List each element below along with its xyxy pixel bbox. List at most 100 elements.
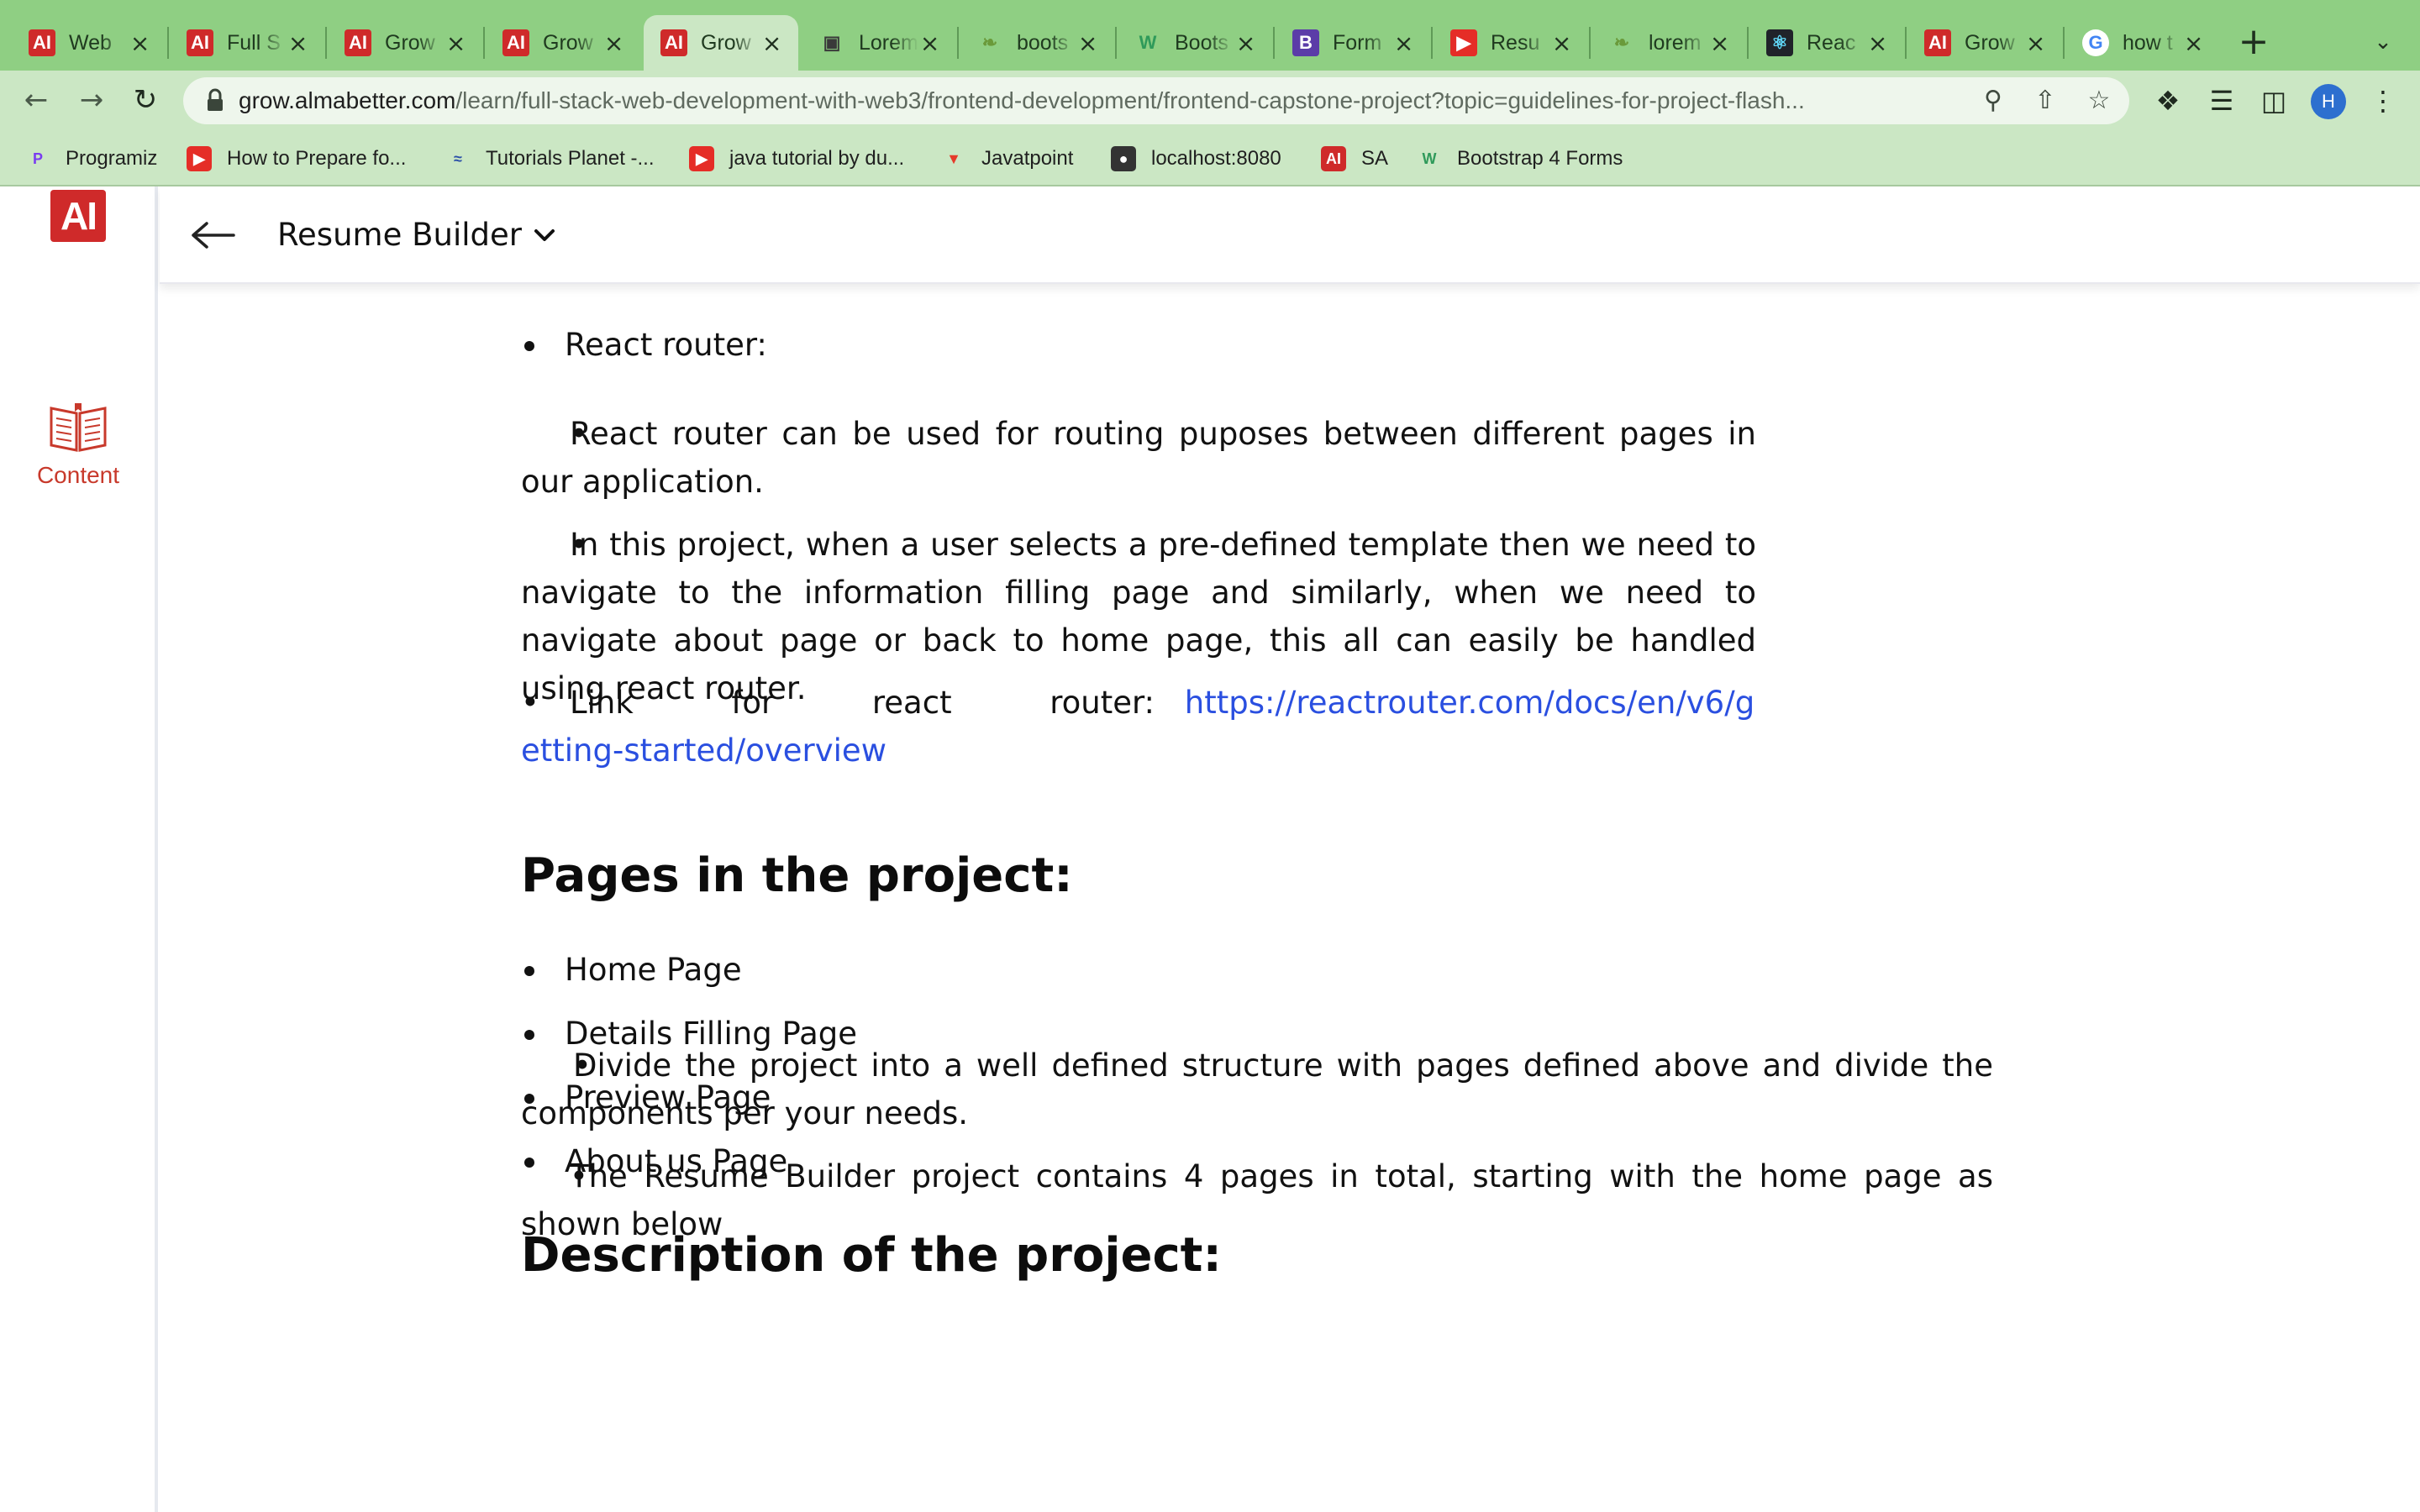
tab-separator <box>1747 27 1749 59</box>
tab-title: Grow <box>543 30 593 55</box>
bookmark-label: java tutorial by du... <box>729 147 905 170</box>
paragraph: • Divide the project into a well defined … <box>521 1042 1993 1137</box>
w3-icon: W <box>1139 32 1157 53</box>
tab-title: Form <box>1333 30 1382 55</box>
tab-search-chevron-icon[interactable]: ⌄ <box>2365 18 2402 66</box>
url-text[interactable]: grow.almabetter.com/learn/full-stack-web… <box>239 77 2003 124</box>
paragraph-text: React router can be used for routing pup… <box>521 416 1756 500</box>
tab-title: Reac <box>1807 30 1856 55</box>
bullet-icon: • <box>521 685 539 721</box>
react-icon: ⚛ <box>1766 29 1793 56</box>
bullet-icon: • <box>570 416 588 452</box>
tab-title: boots <box>1017 30 1069 55</box>
url-path: /learn/full-stack-web-development-with-w… <box>455 87 1805 113</box>
bootstrap-icon: ❧ <box>981 32 998 53</box>
close-tab-icon[interactable]: × <box>1550 29 1573 57</box>
browser-toolbar: ← → ↻ grow.almabetter.com/learn/full-sta… <box>0 71 2420 131</box>
side-panel-icon[interactable]: ◫ <box>2254 81 2294 121</box>
close-tab-icon[interactable]: × <box>1392 29 1415 57</box>
paragraph: • React router can be used for routing pu… <box>521 410 1756 506</box>
bookmark-item[interactable]: ● localhost:8080 <box>1111 143 1281 175</box>
close-tab-icon[interactable]: × <box>1076 29 1099 57</box>
zoom-icon[interactable]: ⚲ <box>1976 84 2010 118</box>
youtube-icon: ▶ <box>1450 29 1477 56</box>
browser-tab[interactable]: AI Grow × <box>1907 15 2062 71</box>
close-tab-icon[interactable]: × <box>1708 29 1731 57</box>
close-tab-icon[interactable]: × <box>760 29 783 57</box>
back-nav-icon[interactable]: ← <box>15 79 57 121</box>
browser-tab-strip: AI Web × AI Full S × AI Grow × AI Grow × AI Grow × ▣ Lor… <box>0 0 2420 71</box>
forward-nav-icon[interactable]: → <box>71 79 113 121</box>
tab-title: Grow <box>385 30 435 55</box>
media-control-icon[interactable]: ☰ <box>2202 81 2242 121</box>
tab-separator <box>483 27 485 59</box>
bullet-icon: • <box>570 1158 588 1194</box>
profile-avatar[interactable]: H <box>2311 84 2346 119</box>
close-tab-icon[interactable]: × <box>1866 29 1889 57</box>
bookmark-star-icon[interactable]: ☆ <box>2082 84 2116 118</box>
sidebar-item-content[interactable]: Content <box>25 400 131 489</box>
course-title[interactable]: Resume Builder <box>277 186 522 284</box>
almabetter-logo[interactable]: AI <box>50 190 106 242</box>
tab-separator <box>1273 27 1275 59</box>
close-tab-icon[interactable]: × <box>918 29 941 57</box>
section-heading: Pages in the project: <box>521 848 1073 903</box>
browser-tab[interactable]: AI Full S × <box>170 15 324 71</box>
tab-title: Web <box>69 30 112 55</box>
browser-tab[interactable]: B Form × <box>1276 15 1430 71</box>
close-tab-icon[interactable]: × <box>129 29 151 57</box>
browser-tab[interactable]: ❧ lorem × <box>1591 15 1746 71</box>
browser-tab[interactable]: AI Grow × <box>486 15 640 71</box>
close-tab-icon[interactable]: × <box>287 29 309 57</box>
close-tab-icon[interactable]: × <box>445 29 467 57</box>
browser-tab[interactable]: ⚛ Reac × <box>1749 15 1904 71</box>
browser-tab[interactable]: AI Web × <box>12 15 166 71</box>
bookmark-item[interactable]: P Programiz <box>25 143 157 175</box>
paragraph: • The Resume Builder project contains 4 p… <box>521 1152 1993 1248</box>
browser-tab[interactable]: AI Grow × <box>328 15 482 71</box>
almabetter-icon: AI <box>1321 146 1346 171</box>
bookmark-item[interactable]: ≈ Tutorials Planet -... <box>445 143 655 175</box>
bookmark-item[interactable]: AI SA <box>1321 143 1388 175</box>
chevron-down-icon[interactable] <box>529 220 560 250</box>
close-tab-icon[interactable]: × <box>1234 29 1257 57</box>
bookmark-item[interactable]: ▶ java tutorial by du... <box>689 143 904 175</box>
tab-separator <box>167 27 169 59</box>
tab-title: Resu <box>1491 30 1540 55</box>
bookmark-label: localhost:8080 <box>1151 147 1281 170</box>
lesson-content-continued: • Divide the project into a well defined … <box>521 1042 1993 1512</box>
browser-tab[interactable]: ▣ Lorem × <box>802 15 956 71</box>
browser-tab[interactable]: ▶ Resu × <box>1434 15 1588 71</box>
browser-tab[interactable]: Ghow t × <box>2065 15 2220 71</box>
browser-tab[interactable]: ❧ boots × <box>960 15 1114 71</box>
share-icon[interactable]: ⇧ <box>2028 84 2062 118</box>
new-tab-plus-icon[interactable]: + <box>2235 18 2272 66</box>
lock-icon[interactable] <box>200 86 230 116</box>
close-tab-icon[interactable]: × <box>602 29 625 57</box>
bookmark-label: Tutorials Planet -... <box>486 147 655 170</box>
bookmark-item[interactable]: ▶ How to Prepare fo... <box>187 143 406 175</box>
sidebar: AI Content <box>0 186 158 1512</box>
browser-menu-icon[interactable]: ⋮ <box>2363 81 2403 121</box>
bullet-icon: • <box>573 1047 592 1084</box>
paragraph-text: The Resume Builder project contains 4 pa… <box>521 1158 1993 1242</box>
bookmark-label: SA <box>1361 147 1389 170</box>
back-arrow-icon[interactable] <box>188 212 239 259</box>
reload-icon[interactable]: ↻ <box>124 79 166 121</box>
programiz-icon: P <box>32 150 43 167</box>
address-bar[interactable]: grow.almabetter.com/learn/full-stack-web… <box>183 77 2129 124</box>
list-item: React router: <box>521 321 1756 369</box>
tab-title: Grow <box>1965 30 2015 55</box>
image-icon: ▣ <box>823 32 841 53</box>
bookmark-item[interactable]: ▼ Javatpoint <box>941 143 1073 175</box>
browser-tab[interactable]: W Boots × <box>1118 15 1272 71</box>
bookmark-label: Programiz <box>66 147 158 170</box>
extensions-puzzle-icon[interactable]: ❖ <box>2148 81 2188 121</box>
tab-title: Grow <box>701 30 751 55</box>
browser-tab[interactable]: AI Grow × <box>644 15 798 71</box>
google-icon: G <box>2082 29 2109 56</box>
close-tab-icon[interactable]: × <box>2024 29 2047 57</box>
bookmark-item[interactable]: W Bootstrap 4 Forms <box>1417 143 1623 175</box>
tab-separator <box>1589 27 1591 59</box>
close-tab-icon[interactable]: × <box>2182 29 2205 57</box>
